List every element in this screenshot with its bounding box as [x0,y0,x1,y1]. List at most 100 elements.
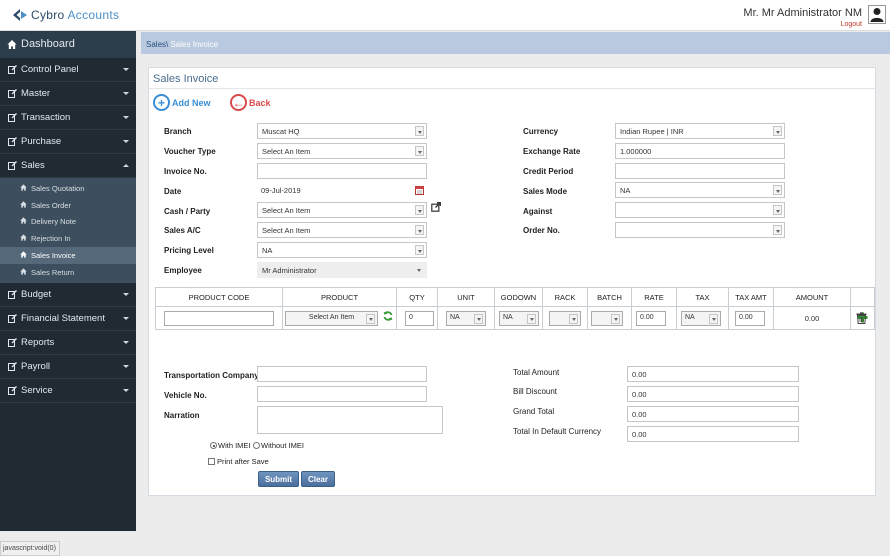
credit-period-input[interactable] [615,163,785,179]
sidebar-subitem-rejection-in[interactable]: Rejection In [0,230,136,247]
edit-icon [7,385,17,395]
sidebar-subitem-sales-order[interactable]: Sales Order [0,197,136,214]
with-imei-radio[interactable]: With IMEI [210,441,251,450]
sidebar-item-payroll[interactable]: Payroll [0,355,136,379]
chevron-down-icon [773,225,782,235]
total-amount-input[interactable]: 0.00 [627,366,799,382]
sidebar-item-label: Control Panel [21,64,79,75]
refresh-icon[interactable] [383,311,393,323]
calendar-icon[interactable] [415,185,424,197]
product-code-input[interactable] [164,311,274,326]
sidebar-item-control-panel[interactable]: Control Panel [0,58,136,82]
brand-accent: Accounts [67,8,120,22]
caret-icon [123,68,129,71]
back-button[interactable]: ← Back [230,94,271,111]
sidebar-subitem-label: Delivery Note [31,217,77,227]
transport-input[interactable] [257,366,427,382]
print-after-save-checkbox[interactable]: Print after Save [208,457,269,466]
edit-icon [7,113,17,123]
order-no-label: Order No. [523,226,560,235]
sidebar-item-reports[interactable]: Reports [0,331,136,355]
pricing-level-select[interactable]: NA [257,242,427,258]
unit-select[interactable]: NA [446,311,486,326]
transport-label: Transportation Company [164,371,259,380]
cash-party-select[interactable]: Select An Item [257,202,427,218]
col-godown: GODOWN [495,288,543,307]
home-icon [20,251,27,260]
rate-input[interactable]: 0.00 [636,311,666,326]
sidebar-item-dashboard[interactable]: Dashboard [0,31,136,58]
home-icon [7,39,17,49]
sidebar-item-budget[interactable]: Budget [0,283,136,307]
grand-total-input[interactable]: 0.00 [627,406,799,422]
logout-link[interactable]: Logout [841,21,862,28]
branch-select[interactable]: Muscat HQ [257,123,427,139]
chevron-down-icon [474,313,483,324]
sidebar-subitem-sales-return[interactable]: Sales Return [0,264,136,281]
edit-icon [7,289,17,299]
delete-icon[interactable] [856,312,867,326]
invoice-no-input[interactable] [257,163,427,179]
tax-amt-input[interactable]: 0.00 [735,311,765,326]
sidebar-subitem-sales-invoice[interactable]: Sales Invoice [0,247,136,264]
without-imei-radio[interactable]: Without IMEI [253,441,304,450]
home-icon [20,217,27,226]
sales-ac-select[interactable]: Select An Item [257,222,427,238]
against-select[interactable] [615,202,785,218]
sidebar-subitem-delivery-note[interactable]: Delivery Note [0,214,136,231]
breadcrumb-parent[interactable]: Sales\ [146,40,168,49]
edit-icon [7,65,17,75]
col-actions [851,288,875,307]
product-select[interactable]: Select An Item [285,311,378,326]
employee-label: Employee [164,266,202,275]
logo-icon [12,8,28,22]
sidebar-item-financial-statement[interactable]: Financial Statement [0,307,136,331]
sidebar-item-label: Reports [21,336,55,348]
sidebar: Dashboard Control Panel Master Transacti… [0,31,136,531]
total-default-label: Total In Default Currency [513,427,602,436]
grand-total-label: Grand Total [513,407,555,416]
narration-textarea[interactable] [257,406,443,434]
total-default-input[interactable]: 0.00 [627,426,799,442]
exchange-rate-input[interactable]: 1.000000 [615,143,785,159]
external-link-icon[interactable] [431,202,441,214]
panel-title: Sales Invoice [149,68,875,89]
currency-select[interactable]: Indian Rupee | INR [615,123,785,139]
sidebar-item-service[interactable]: Service [0,379,136,403]
sales-mode-select[interactable]: NA [615,182,785,198]
sidebar-item-master[interactable]: Master [0,82,136,106]
order-no-select[interactable] [615,222,785,238]
chevron-down-icon [415,126,424,136]
employee-select[interactable]: Mr Administrator [257,262,427,278]
sidebar-item-transaction[interactable]: Transaction [0,106,136,130]
tax-select[interactable]: NA [681,311,721,326]
date-input[interactable]: 09-Jul-2019 [257,182,427,198]
narration-label: Narration [164,411,200,420]
date-label: Date [164,187,182,196]
edit-icon [7,137,17,147]
sidebar-subitem-sales-quotation[interactable]: Sales Quotation [0,180,136,197]
batch-select[interactable] [591,311,623,326]
submit-button[interactable]: Submit [258,471,299,487]
col-rack: RACK [543,288,588,307]
add-new-label: Add New [172,97,211,108]
voucher-type-select[interactable]: Select An Item [257,143,427,159]
caret-icon [123,364,129,368]
top-bar: Cybro Accounts Mr. Mr Administrator NM L… [0,0,890,31]
amount-value: 0.00 [774,307,851,330]
sidebar-item-sales[interactable]: Sales [0,154,136,178]
sidebar-subitem-label: Rejection In [31,234,71,244]
col-rate: RATE [632,288,677,307]
rack-select[interactable] [549,311,581,326]
bill-discount-input[interactable]: 0.00 [627,386,799,402]
godown-select[interactable]: NA [499,311,539,326]
edit-icon [7,361,17,371]
logo[interactable]: Cybro Accounts [12,8,119,22]
user-icon[interactable] [868,5,886,24]
qty-input[interactable]: 0 [405,311,434,326]
status-bar: javascript:void(0) [0,541,60,556]
sidebar-item-purchase[interactable]: Purchase [0,130,136,154]
add-new-button[interactable]: + Add New [153,94,211,111]
vehicle-input[interactable] [257,386,427,402]
clear-button[interactable]: Clear [301,471,335,487]
